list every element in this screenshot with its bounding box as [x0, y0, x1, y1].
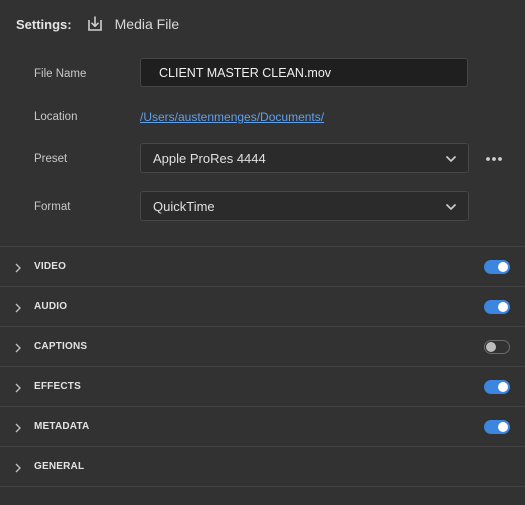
- section-effects[interactable]: EFFECTS: [0, 367, 525, 407]
- chevron-right-icon: [13, 341, 23, 353]
- section-metadata[interactable]: METADATA: [0, 407, 525, 447]
- file-name-label: File Name: [34, 68, 87, 80]
- audio-toggle[interactable]: [484, 300, 510, 314]
- chevron-right-icon: [13, 381, 23, 393]
- toggle-knob: [498, 262, 508, 272]
- export-settings-panel: Settings: Media File File Name Location …: [0, 0, 525, 505]
- format-dropdown[interactable]: QuickTime: [140, 191, 469, 221]
- section-captions[interactable]: CAPTIONS: [0, 327, 525, 367]
- effects-toggle[interactable]: [484, 380, 510, 394]
- file-name-input[interactable]: [140, 58, 468, 87]
- chevron-down-icon: [444, 152, 458, 166]
- chevron-right-icon: [13, 461, 23, 473]
- video-toggle[interactable]: [484, 260, 510, 274]
- section-label: AUDIO: [34, 301, 68, 312]
- section-audio[interactable]: AUDIO: [0, 287, 525, 327]
- section-label: GENERAL: [34, 461, 85, 472]
- media-file-label: Media File: [114, 16, 180, 32]
- settings-label: Settings:: [16, 16, 72, 32]
- section-label: VIDEO: [34, 261, 67, 272]
- chevron-right-icon: [13, 261, 23, 273]
- location-label: Location: [34, 111, 78, 123]
- chevron-right-icon: [13, 421, 23, 433]
- toggle-knob: [486, 341, 496, 352]
- section-label: METADATA: [34, 421, 90, 432]
- chevron-down-icon: [444, 200, 458, 214]
- metadata-toggle[interactable]: [484, 420, 510, 434]
- preset-value: Apple ProRes 4444: [153, 150, 266, 166]
- toggle-knob: [498, 302, 508, 312]
- toggle-knob: [498, 382, 508, 392]
- chevron-right-icon: [13, 301, 23, 313]
- format-value: QuickTime: [153, 198, 215, 214]
- captions-toggle[interactable]: [484, 340, 510, 354]
- preset-label: Preset: [34, 153, 68, 165]
- settings-header: Settings: Media File: [16, 14, 179, 34]
- section-label: EFFECTS: [34, 381, 81, 392]
- preset-more-button[interactable]: [484, 148, 504, 168]
- format-label: Format: [34, 201, 71, 213]
- preset-dropdown[interactable]: Apple ProRes 4444: [140, 143, 469, 173]
- section-label: CAPTIONS: [34, 341, 88, 352]
- divider: [0, 486, 525, 487]
- location-link[interactable]: /Users/austenmenges/Documents/: [140, 110, 324, 124]
- export-download-icon[interactable]: [86, 15, 104, 33]
- section-general[interactable]: GENERAL: [0, 447, 525, 487]
- more-horizontal-icon: [485, 149, 503, 167]
- section-video[interactable]: VIDEO: [0, 247, 525, 287]
- toggle-knob: [498, 422, 508, 432]
